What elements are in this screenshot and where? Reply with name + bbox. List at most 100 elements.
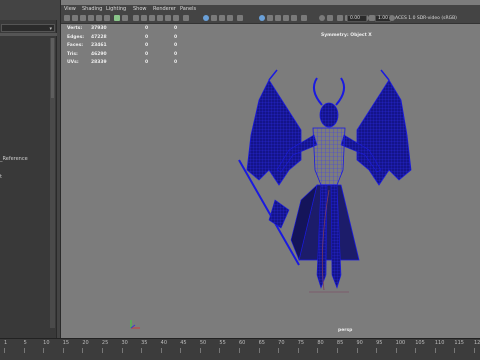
wireframe-on-shaded-icon[interactable] [149, 15, 155, 21]
backface-icon[interactable] [283, 15, 289, 21]
timeline-tick-label: 1 [4, 340, 8, 346]
viewport-panel[interactable]: View Shading Lighting Show Renderer Pane… [60, 0, 480, 338]
hud-tris-selected: 0 [145, 52, 149, 57]
timeline-tick-label: 70 [278, 340, 285, 346]
timeline-tick-label: 90 [356, 340, 363, 346]
timeline-tick [395, 348, 397, 353]
timeline-tick-label: 80 [317, 340, 324, 346]
menu-view[interactable]: View [64, 5, 76, 13]
view-axis-icon [130, 320, 140, 329]
bookmark-icon[interactable] [80, 15, 86, 21]
film-gate-icon[interactable] [104, 15, 110, 21]
timeline-tick-label: 75 [297, 340, 305, 346]
timeline-tick-label: 15 [62, 340, 70, 346]
timeline-tick-label: 25 [101, 340, 109, 346]
outliner-divider [0, 33, 57, 36]
hud-edges-uv: 0 [174, 35, 178, 40]
timeline-tick-label: 95 [376, 340, 383, 346]
timeline[interactable]: 1 5 10 15 20 25 30 35 40 45 50 55 60 65 70 75 80 85 90 95 10… [0, 338, 480, 360]
timeline-tick [160, 348, 162, 353]
timeline-tick-label: 30 [121, 340, 128, 346]
menu-lighting[interactable]: Lighting [106, 5, 126, 13]
hud-uvs-label: UVs: [67, 60, 79, 65]
timeline-tick-label: 85 [336, 340, 344, 346]
timeline-tick-label: 120 [474, 340, 480, 346]
resolution-gate-icon[interactable] [114, 15, 120, 21]
hud-icon[interactable] [259, 15, 265, 21]
gate-mask-icon[interactable] [122, 15, 128, 21]
timeline-tick-label: 45 [180, 340, 187, 346]
timeline-tick [258, 348, 260, 353]
timeline-tick [4, 348, 5, 353]
screen-space-icon[interactable] [319, 15, 325, 21]
timeline-tick-label: 50 [199, 340, 207, 346]
timeline-tick [297, 348, 299, 353]
smooth-shade-icon[interactable] [141, 15, 147, 21]
timeline-tick [62, 348, 64, 353]
wireframe-icon[interactable] [133, 15, 139, 21]
hud-uvs-total: 28339 [91, 60, 107, 65]
timeline-tick [415, 348, 417, 353]
menu-panels[interactable]: Panels [180, 5, 196, 13]
hud-edges-label: Edges: [67, 35, 85, 40]
timeline-tick [180, 348, 182, 353]
menu-shading[interactable]: Shading [82, 5, 102, 13]
ssao-icon[interactable] [291, 15, 297, 21]
demon-model[interactable] [229, 60, 429, 300]
snapshot-icon[interactable] [327, 15, 333, 21]
motion-blur-icon[interactable] [219, 15, 225, 21]
playblast-icon[interactable] [337, 15, 343, 21]
textured-icon[interactable] [157, 15, 163, 21]
isolate-select-icon[interactable] [203, 15, 209, 21]
timeline-tick [43, 348, 45, 353]
outliner-panel: ▾ _Reference t [0, 0, 57, 360]
viewport-toolbar: 0.00 1.00 ACES 1.0 SDR-video (sRGB) [61, 13, 480, 24]
multisample-icon[interactable] [301, 15, 307, 21]
timeline-tick-label: 110 [434, 340, 445, 346]
timeline-tick-label: 20 [82, 340, 89, 346]
timeline-tick [199, 348, 201, 353]
timeline-tick [101, 348, 103, 353]
timeline-tick-label: 40 [160, 340, 168, 346]
ambient-occlusion-icon[interactable] [211, 15, 217, 21]
menu-renderer[interactable]: Renderer [153, 5, 176, 13]
timeline-tick-label: 35 [141, 340, 148, 346]
camera-name: persp [338, 328, 353, 333]
menu-show[interactable]: Show [133, 5, 147, 13]
shadows-icon[interactable] [173, 15, 179, 21]
hud-verts-total: 37930 [91, 26, 107, 31]
timeline-tick [376, 348, 378, 353]
hud-verts-label: Verts: [67, 26, 83, 31]
timeline-tick-label: 10 [43, 340, 50, 346]
outliner-item-t[interactable]: t [0, 174, 2, 180]
anti-aliasing-icon[interactable] [227, 15, 233, 21]
timeline-tick [141, 348, 143, 353]
exposure-field[interactable]: 0.00 [347, 15, 367, 22]
timeline-tick [317, 348, 319, 353]
hud-verts-uv: 0 [174, 26, 178, 31]
outliner-item-reference[interactable]: _Reference [0, 156, 28, 162]
xray-joints-icon[interactable] [267, 15, 273, 21]
timeline-tick-label: 65 [258, 340, 265, 346]
hud-uvs-uv: 0 [174, 60, 178, 65]
outliner-scrollbar[interactable] [50, 38, 55, 328]
timeline-tick [474, 348, 475, 353]
depth-of-field-icon[interactable] [237, 15, 243, 21]
timeline-tick [23, 348, 25, 353]
grid-icon[interactable] [96, 15, 102, 21]
color-space-select[interactable]: ACES 1.0 SDR-video (sRGB) [395, 15, 479, 22]
lighting-icon[interactable] [165, 15, 171, 21]
camera-attributes-icon[interactable] [72, 15, 78, 21]
hud-tris-total: 46290 [91, 52, 107, 57]
chevron-down-icon[interactable]: ▾ [49, 26, 52, 32]
timeline-tick-label: 60 [239, 340, 246, 346]
timeline-tick-label: 55 [219, 340, 226, 346]
image-plane-icon[interactable] [88, 15, 94, 21]
outliner-search-input[interactable]: ▾ [1, 24, 55, 32]
xray-icon[interactable] [183, 15, 189, 21]
select-camera-icon[interactable] [64, 15, 70, 21]
xray-active-icon[interactable] [275, 15, 281, 21]
scrollbar-thumb[interactable] [51, 38, 54, 98]
timeline-tick-label: 100 [395, 340, 406, 346]
timeline-tick-label: 115 [454, 340, 464, 346]
